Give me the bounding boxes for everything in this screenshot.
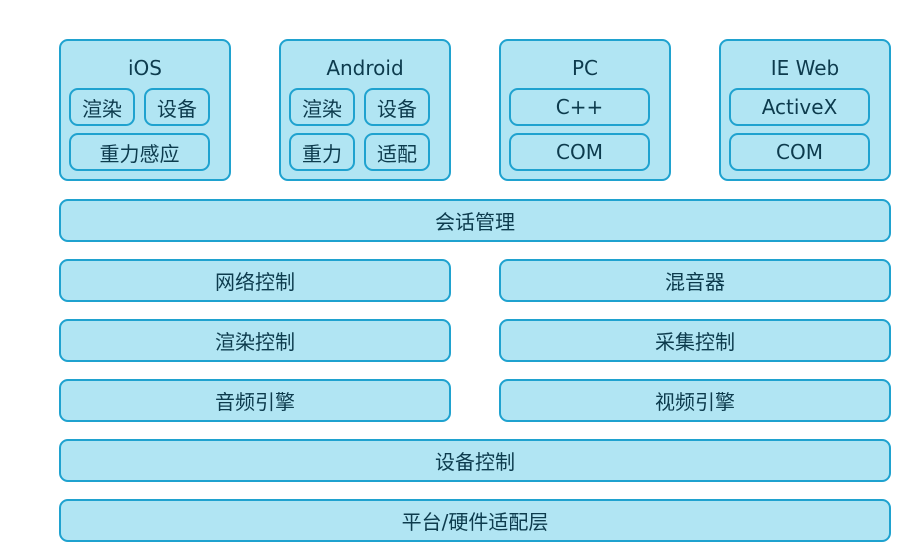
layer-session-management: 会话管理: [59, 199, 891, 242]
platform-ios-title: iOS: [128, 56, 162, 80]
platform-ie-web-title: IE Web: [770, 56, 840, 80]
layer-network-control: 网络控制: [59, 259, 451, 302]
layer-video-engine: 视频引擎: [499, 379, 891, 422]
module-pc-cpp: C++: [509, 88, 650, 126]
platform-android: Android 渲染 设备 重力 适配: [279, 39, 451, 181]
platform-ie-web: IE Web ActiveX COM: [719, 39, 891, 181]
layer-capture-control: 采集控制: [499, 319, 891, 362]
module-ie-activex: ActiveX: [729, 88, 870, 126]
layer-mixer: 混音器: [499, 259, 891, 302]
platform-pc-title: PC: [571, 56, 599, 80]
platform-ios: iOS 渲染 设备 重力感应: [59, 39, 231, 181]
platform-android-title: Android: [326, 56, 404, 80]
module-ios-render: 渲染: [69, 88, 135, 126]
layer-platform-hardware-adapter: 平台/硬件适配层: [59, 499, 891, 542]
module-pc-com: COM: [509, 133, 650, 171]
layer-render-control: 渲染控制: [59, 319, 451, 362]
module-ios-gravity-sensor: 重力感应: [69, 133, 210, 171]
module-android-adapter: 适配: [364, 133, 430, 171]
layer-device-control: 设备控制: [59, 439, 891, 482]
platform-pc: PC C++ COM: [499, 39, 671, 181]
module-android-device: 设备: [364, 88, 430, 126]
layer-audio-engine: 音频引擎: [59, 379, 451, 422]
module-ios-device: 设备: [144, 88, 210, 126]
module-ie-com: COM: [729, 133, 870, 171]
module-android-render: 渲染: [289, 88, 355, 126]
module-android-gravity: 重力: [289, 133, 355, 171]
